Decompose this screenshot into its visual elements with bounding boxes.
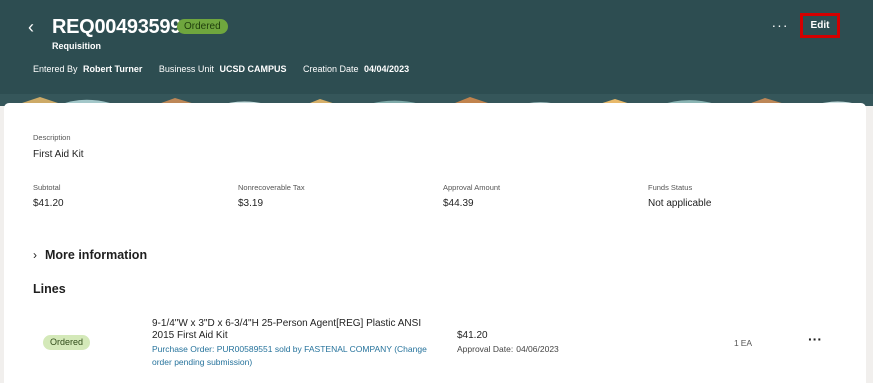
header-meta: Entered By Robert Turner Business Unit U…: [33, 64, 423, 74]
line-status-badge: Ordered: [43, 335, 91, 350]
subtotal-value: $41.20: [33, 198, 64, 209]
purchase-order-link[interactable]: Purchase Order: PUR00589551 sold by FAST…: [152, 343, 442, 368]
back-icon[interactable]: ‹: [28, 17, 44, 37]
description-value: First Aid Kit: [33, 149, 84, 160]
page-subtitle: Requisition: [52, 41, 101, 51]
description-label: Description: [33, 133, 71, 142]
approval-amount-label: Approval Amount: [443, 183, 501, 192]
line-quantity: 1 EA: [734, 338, 752, 348]
page-header: ‹ REQ00493599 Ordered Requisition ··· Ed…: [0, 0, 873, 96]
approval-date-value: 04/06/2023: [516, 344, 559, 354]
row-actions-icon[interactable]: ···: [806, 332, 824, 346]
nonrecoverable-tax-value: $3.19: [238, 198, 264, 209]
table-row: Ordered 9-1/4"W x 3"D x 6-3/4"H 25-Perso…: [0, 312, 873, 379]
unit-of-measure: EA: [740, 338, 753, 348]
funds-status-value: Not applicable: [648, 198, 712, 209]
approval-date-label: Approval Date:: [457, 344, 514, 354]
business-unit-label: Business Unit: [158, 64, 214, 74]
line-approval-date: Approval Date: 04/06/2023: [457, 344, 559, 354]
edit-button[interactable]: Edit: [800, 13, 840, 38]
subtotal-label: Subtotal: [33, 183, 61, 192]
chevron-right-icon: ›: [33, 248, 37, 262]
creation-date-label: Creation Date: [302, 64, 359, 74]
lines-heading: Lines: [33, 282, 66, 296]
more-information-label: More information: [45, 248, 148, 262]
page-title: REQ00493599: [52, 16, 182, 38]
more-actions-icon[interactable]: ···: [769, 18, 791, 36]
entered-by-label: Entered By: [33, 64, 78, 74]
nonrecoverable-tax-label: Nonrecoverable Tax: [238, 183, 305, 192]
line-amount: $41.20: [457, 330, 488, 341]
entered-by-value: Robert Turner: [83, 64, 143, 74]
more-information-toggle[interactable]: › More information: [33, 248, 147, 262]
funds-status-label: Funds Status: [648, 183, 693, 192]
creation-date-value: 04/04/2023: [364, 64, 410, 74]
approval-amount-value: $44.39: [443, 198, 474, 209]
quantity-value: 1: [734, 338, 739, 348]
business-unit-value: UCSD CAMPUS: [219, 64, 287, 74]
status-badge: Ordered: [177, 19, 228, 34]
line-item-description[interactable]: 9-1/4"W x 3"D x 6-3/4"H 25-Person Agent[…: [152, 318, 442, 342]
